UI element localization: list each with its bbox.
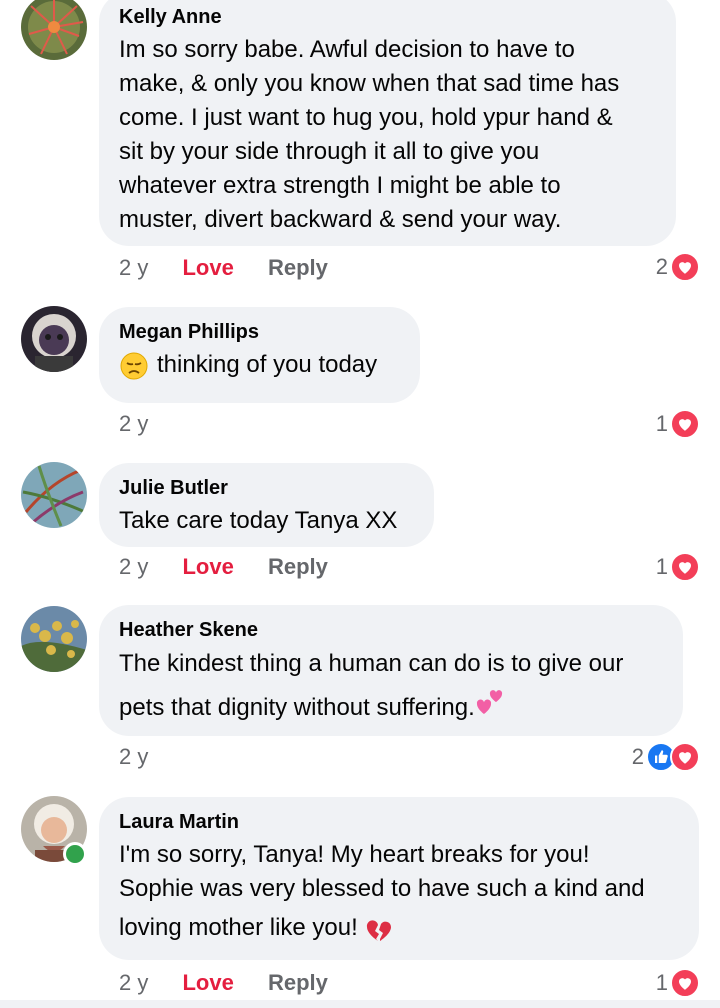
disappointed-face-emoji	[119, 351, 149, 381]
comment-actions: 2 y Love Reply	[119, 968, 356, 998]
comment-time: 2 y	[119, 554, 149, 579]
reaction-summary[interactable]: 1	[656, 551, 700, 583]
comment-bubble[interactable]: Kelly Anne Im so sorry babe. Awful decis…	[99, 0, 676, 246]
reaction-summary[interactable]: 2	[656, 251, 700, 283]
avatar-image	[21, 0, 87, 60]
comment-text-line: thinking of you today	[157, 351, 378, 378]
comment-author[interactable]: Megan Phillips	[119, 321, 400, 343]
reaction-summary[interactable]: 1	[656, 408, 700, 440]
comment-text: I'm so sorry, Tanya! My heart breaks for…	[119, 838, 679, 950]
comment-actions: 2 y Love Reply	[119, 253, 356, 283]
reaction-summary[interactable]: 2	[632, 741, 700, 773]
comment-time: 2 y	[119, 744, 149, 769]
avatar[interactable]	[21, 606, 87, 672]
comment-time: 2 y	[119, 970, 149, 995]
comment-bubble[interactable]: Laura Martin I'm so sorry, Tanya! My hea…	[99, 797, 699, 960]
heart-icon	[670, 968, 700, 998]
comment-text: Im so sorry babe. Awful decision to have…	[119, 33, 656, 237]
comment-text-line: whatever extra strength I might be able …	[119, 172, 561, 199]
love-button[interactable]: Love	[182, 970, 233, 995]
reply-button[interactable]: Reply	[268, 970, 328, 995]
reply-button[interactable]: Reply	[268, 255, 328, 280]
comment-text: The kindest thing a human can do is to g…	[119, 642, 663, 730]
love-button[interactable]: Love	[182, 255, 233, 280]
avatar-image	[21, 462, 87, 528]
comment-bubble[interactable]: Heather Skene The kindest thing a human …	[99, 605, 683, 736]
comment-time: 2 y	[119, 411, 149, 436]
avatar-image	[21, 606, 87, 672]
comment-actions: 2 y Love Reply	[119, 552, 356, 582]
comment-text: thinking of you today	[119, 348, 400, 382]
heart-icon	[670, 742, 700, 772]
comment-text-line: Sophie was very blessed to have such a k…	[119, 875, 645, 902]
comment-bubble[interactable]: Julie Butler Take care today Tanya XX	[99, 463, 434, 547]
two-hearts-emoji	[475, 687, 505, 717]
comment-time: 2 y	[119, 255, 149, 280]
reaction-count: 1	[655, 554, 668, 579]
comment-author[interactable]: Heather Skene	[119, 619, 663, 641]
comment-text: Take care today Tanya XX	[119, 504, 414, 538]
reaction-summary[interactable]: 1	[656, 967, 700, 999]
comment-text-line: I'm so sorry, Tanya! My heart breaks for…	[119, 841, 590, 868]
heart-icon	[670, 252, 700, 282]
avatar[interactable]	[21, 306, 87, 372]
comment-text-line: muster, divert backward & send your way.	[119, 206, 562, 233]
comment-author[interactable]: Kelly Anne	[119, 6, 656, 28]
comment-text-line: come. I just want to hug you, hold ypur …	[119, 104, 613, 131]
reply-button[interactable]: Reply	[268, 554, 328, 579]
comment-text-line: The kindest thing a human can do is to g…	[119, 650, 624, 677]
comment-text-line: make, & only you know when that sad time…	[119, 70, 620, 97]
comment-text-fragment: loving mother like you!	[119, 914, 358, 941]
bottom-divider	[0, 1000, 720, 1008]
reaction-count: 2	[655, 254, 668, 279]
reaction-count: 1	[655, 970, 668, 995]
comment-text-line: pets that dignity without suffering.	[119, 686, 663, 730]
heart-icon	[670, 409, 700, 439]
comment-actions: 2 y	[119, 409, 176, 439]
comment-text-line: loving mother like you!	[119, 906, 679, 950]
avatar[interactable]	[21, 0, 87, 60]
reaction-count: 2	[631, 744, 644, 769]
reaction-count: 1	[655, 411, 668, 436]
comment-text-line: Im so sorry babe. Awful decision to have…	[119, 36, 575, 63]
comment-actions: 2 y	[119, 742, 176, 772]
comment-bubble[interactable]: Megan Phillips thinking of you today	[99, 307, 420, 403]
comment-author[interactable]: Julie Butler	[119, 477, 414, 499]
comment-text-line: Take care today Tanya XX	[119, 507, 398, 534]
comment-text-line: sit by your side through it all to give …	[119, 138, 540, 165]
love-button[interactable]: Love	[182, 554, 233, 579]
avatar[interactable]	[21, 462, 87, 528]
broken-heart-emoji	[364, 914, 394, 944]
comment-text-fragment: pets that dignity without suffering.	[119, 694, 475, 721]
heart-icon	[670, 552, 700, 582]
avatar-image	[21, 306, 87, 372]
comment-author[interactable]: Laura Martin	[119, 811, 679, 833]
online-status-dot	[63, 842, 87, 866]
